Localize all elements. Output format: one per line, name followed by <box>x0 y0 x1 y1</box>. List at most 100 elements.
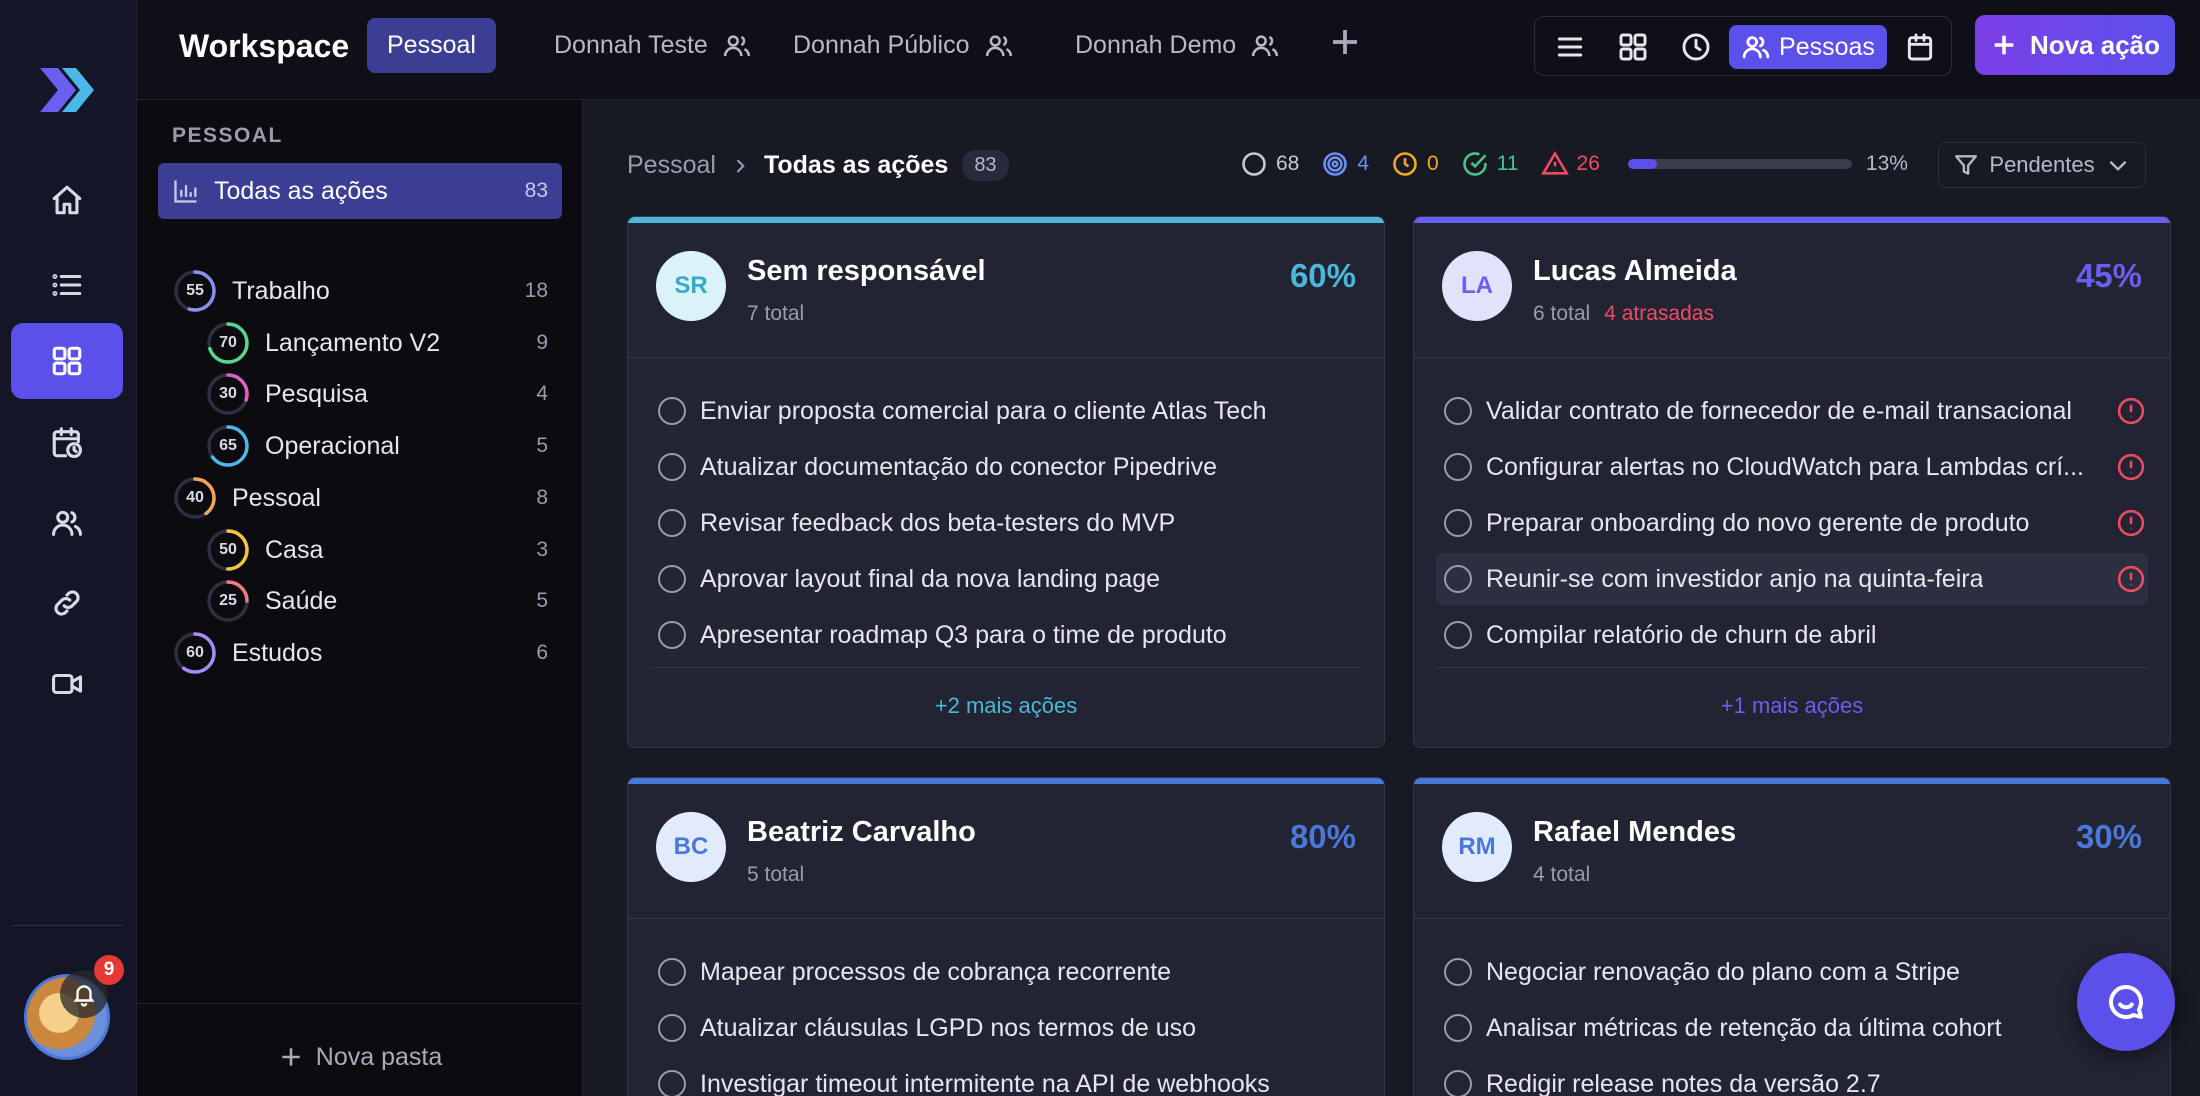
calendar-view-button[interactable] <box>1897 25 1943 69</box>
people-nav-button[interactable] <box>11 485 123 561</box>
task-checkbox[interactable] <box>1444 1070 1472 1096</box>
task-checkbox[interactable] <box>1444 958 1472 986</box>
task-item[interactable]: Preparar onboarding do novo gerente de p… <box>1436 497 2148 549</box>
tab-donnah-publico[interactable]: Donnah Público <box>773 18 1034 73</box>
board-view-button[interactable] <box>1610 25 1656 69</box>
task-checkbox[interactable] <box>1444 453 1472 481</box>
person-name[interactable]: Beatriz Carvalho <box>747 816 976 849</box>
sidebar-item-label: Todas as ações <box>214 176 388 205</box>
task-item[interactable]: Redigir release notes da versão 2.7 <box>1436 1058 2148 1096</box>
stat-waiting[interactable]: 0 <box>1391 150 1439 178</box>
task-checkbox[interactable] <box>1444 1014 1472 1042</box>
task-item[interactable]: Revisar feedback dos beta-testers do MVP <box>650 497 1362 549</box>
person-avatar: LA <box>1442 251 1512 321</box>
avatar-initials: LA <box>1461 272 1493 299</box>
sidebar-folder-item[interactable]: 40 Pessoal 8 <box>172 472 548 524</box>
task-checkbox[interactable] <box>658 509 686 537</box>
new-folder-button[interactable]: Nova pasta <box>137 1035 583 1079</box>
list-view-button[interactable] <box>1547 25 1593 69</box>
task-checkbox[interactable] <box>1444 621 1472 649</box>
stat-done[interactable]: 11 <box>1461 150 1519 178</box>
links-nav-button[interactable] <box>11 565 123 641</box>
workspace-title: Workspace <box>179 28 350 64</box>
filter-dropdown[interactable]: Pendentes <box>1938 142 2146 188</box>
tab-donnah-teste[interactable]: Donnah Teste <box>534 18 772 73</box>
card-divider <box>628 357 1384 358</box>
grid-nav-button[interactable] <box>11 323 123 399</box>
open-circle-icon <box>1242 152 1266 176</box>
home-icon <box>52 185 82 215</box>
person-name[interactable]: Lucas Almeida <box>1533 255 1737 288</box>
task-title: Enviar proposta comercial para o cliente… <box>700 396 1267 425</box>
more-actions-link[interactable]: +2 mais ações <box>628 693 1384 719</box>
sidebar-folder-item[interactable]: 30 Pesquisa 4 <box>205 368 548 420</box>
task-item[interactable]: Reunir-se com investidor anjo na quinta-… <box>1436 553 2148 605</box>
task-item[interactable]: Atualizar cláusulas LGPD nos termos de u… <box>650 1002 1362 1054</box>
person-meta: 6 total 4 atrasadas <box>1533 302 1714 326</box>
breadcrumb-root[interactable]: Pessoal <box>627 151 716 180</box>
more-actions-link[interactable]: +1 mais ações <box>1414 693 2170 719</box>
task-item[interactable]: Analisar métricas de retenção da última … <box>1436 1002 2148 1054</box>
stat-open[interactable]: 68 <box>1240 150 1299 178</box>
task-checkbox[interactable] <box>658 621 686 649</box>
tab-label: Donnah Público <box>793 31 970 59</box>
app-logo-icon[interactable] <box>36 64 96 116</box>
tab-pessoal[interactable]: Pessoal <box>367 18 496 73</box>
task-item[interactable]: Atualizar documentação do conector Piped… <box>650 441 1362 493</box>
people-view-button[interactable]: Pessoas <box>1729 25 1887 69</box>
card-accent-bar <box>1414 217 2170 223</box>
home-nav-button[interactable] <box>11 162 123 238</box>
task-item[interactable]: Investigar timeout intermitente na API d… <box>650 1058 1362 1096</box>
stat-late[interactable]: 26 <box>1540 150 1600 178</box>
person-name[interactable]: Rafael Mendes <box>1533 816 1736 849</box>
timeline-view-button[interactable] <box>1673 25 1719 69</box>
person-card: SR Sem responsável 7 total 60% Enviar propos… <box>627 216 1385 748</box>
task-checkbox[interactable] <box>658 453 686 481</box>
task-item[interactable]: Negociar renovação do plano com a Stripe <box>1436 946 2148 998</box>
task-item[interactable]: Apresentar roadmap Q3 para o time de pro… <box>650 609 1362 661</box>
task-checkbox[interactable] <box>1444 397 1472 425</box>
sidebar-item-all-actions[interactable]: Todas as ações 83 <box>158 163 562 219</box>
task-checkbox[interactable] <box>658 1070 686 1096</box>
sidebar-item-label: Trabalho <box>232 276 330 305</box>
list-nav-button[interactable] <box>11 247 123 323</box>
add-workspace-button[interactable] <box>1327 24 1367 64</box>
view-switcher: Pessoas <box>1534 16 1952 76</box>
filter-icon <box>1955 155 1978 175</box>
shared-users-icon <box>985 34 1012 56</box>
stat-in-progress[interactable]: 4 <box>1321 150 1369 178</box>
plus-icon <box>282 1048 300 1066</box>
task-item[interactable]: Aprovar layout final da nova landing pag… <box>650 553 1362 605</box>
task-checkbox[interactable] <box>1444 565 1472 593</box>
late-count: 4 atrasadas <box>1604 302 1714 325</box>
task-item[interactable]: Mapear processos de cobrança recorrente <box>650 946 1362 998</box>
sidebar-folder-item[interactable]: 55 Trabalho 18 <box>172 265 548 317</box>
bar-chart-icon <box>174 180 197 203</box>
target-icon <box>1323 152 1348 176</box>
chat-support-button[interactable] <box>2077 953 2175 1051</box>
person-avatar: BC <box>656 812 726 882</box>
task-checkbox[interactable] <box>1444 509 1472 537</box>
sidebar-folder-item[interactable]: 25 Saúde 5 <box>205 575 548 627</box>
task-item[interactable]: Compilar relatório de churn de abril <box>1436 609 2148 661</box>
task-item[interactable]: Configurar alertas no CloudWatch para La… <box>1436 441 2148 493</box>
task-checkbox[interactable] <box>658 565 686 593</box>
task-item[interactable]: Validar contrato de fornecedor de e-mail… <box>1436 385 2148 437</box>
task-checkbox[interactable] <box>658 397 686 425</box>
new-action-button[interactable]: Nova ação <box>1975 15 2175 75</box>
progress-ring-value: 50 <box>219 541 237 558</box>
task-checkbox[interactable] <box>658 958 686 986</box>
person-name[interactable]: Sem responsável <box>747 255 986 288</box>
bell-icon <box>73 985 95 1007</box>
tab-donnah-demo[interactable]: Donnah Demo <box>1055 18 1300 73</box>
task-item[interactable]: Enviar proposta comercial para o cliente… <box>650 385 1362 437</box>
list-icon <box>52 274 82 296</box>
video-nav-button[interactable] <box>11 646 123 722</box>
sidebar-folder-item[interactable]: 65 Operacional 5 <box>205 420 548 472</box>
task-checkbox[interactable] <box>658 1014 686 1042</box>
completion-percent: 45% <box>2075 257 2142 294</box>
sidebar-folder-item[interactable]: 70 Lançamento V2 9 <box>205 317 548 369</box>
calendar-nav-button[interactable] <box>11 405 123 481</box>
sidebar-folder-item[interactable]: 60 Estudos 6 <box>172 627 548 679</box>
sidebar-folder-item[interactable]: 50 Casa 3 <box>205 524 548 576</box>
